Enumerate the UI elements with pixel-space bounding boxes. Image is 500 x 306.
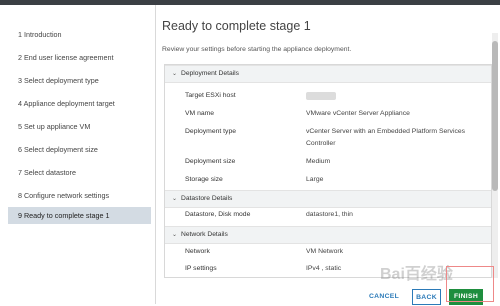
- step-setup-vm[interactable]: 5 Set up appliance VM: [8, 118, 151, 135]
- row-value: VM Network: [306, 248, 344, 255]
- redacted-value: [306, 92, 336, 100]
- scrollbar-thumb[interactable]: [492, 41, 498, 191]
- wizard-steps-sidebar: 1 Introduction 2 End user license agreem…: [0, 5, 156, 304]
- section-title: Network Details: [181, 231, 228, 238]
- section-datastore-details[interactable]: ⌄ Datastore Details: [165, 190, 491, 208]
- chevron-down-icon: ⌄: [172, 196, 178, 202]
- row-value: Large: [306, 176, 324, 183]
- vertical-scrollbar[interactable]: [492, 33, 498, 278]
- row-value: vCenter Server with an Embedded Platform…: [306, 128, 466, 147]
- step-ready-to-complete[interactable]: 9 Ready to complete stage 1: [8, 207, 151, 224]
- row-label: Deployment type: [185, 128, 237, 135]
- watermark: Bai百经验: [380, 266, 453, 283]
- page-subtitle: Review your settings before starting the…: [162, 46, 352, 53]
- step-deployment-type[interactable]: 3 Select deployment type: [8, 72, 151, 89]
- step-deployment-target[interactable]: 4 Appliance deployment target: [8, 95, 151, 112]
- page-title: Ready to complete stage 1: [162, 19, 311, 33]
- step-introduction[interactable]: 1 Introduction: [8, 26, 151, 43]
- row-label: Network: [185, 248, 210, 255]
- row-value: VMware vCenter Server Appliance: [306, 110, 410, 117]
- step-deployment-size[interactable]: 6 Select deployment size: [8, 141, 151, 158]
- back-button[interactable]: BACK: [412, 289, 441, 305]
- chevron-down-icon: ⌄: [172, 71, 178, 77]
- row-value: Medium: [306, 158, 331, 165]
- summary-panel: ⌄ Deployment Details Target ESXi host VM…: [164, 64, 492, 278]
- highlight-box: [446, 266, 494, 302]
- row-label: VM name: [185, 110, 215, 117]
- section-network-details[interactable]: ⌄ Network Details: [165, 226, 491, 244]
- chevron-down-icon: ⌄: [172, 232, 178, 238]
- section-deployment-details[interactable]: ⌄ Deployment Details: [165, 65, 491, 83]
- step-select-datastore[interactable]: 7 Select datastore: [8, 164, 151, 181]
- row-label: IP settings: [185, 265, 217, 272]
- section-title: Datastore Details: [181, 195, 233, 202]
- row-label: Target ESXi host: [185, 92, 236, 99]
- row-label: Storage size: [185, 176, 223, 183]
- row-label: Deployment size: [185, 158, 236, 165]
- cancel-button[interactable]: CANCEL: [366, 289, 402, 305]
- section-title: Deployment Details: [181, 70, 239, 77]
- row-value: datastore1, thin: [306, 211, 353, 218]
- row-label: Datastore, Disk mode: [185, 211, 251, 218]
- step-eula[interactable]: 2 End user license agreement: [8, 49, 151, 66]
- step-network-settings[interactable]: 8 Configure network settings: [8, 187, 151, 204]
